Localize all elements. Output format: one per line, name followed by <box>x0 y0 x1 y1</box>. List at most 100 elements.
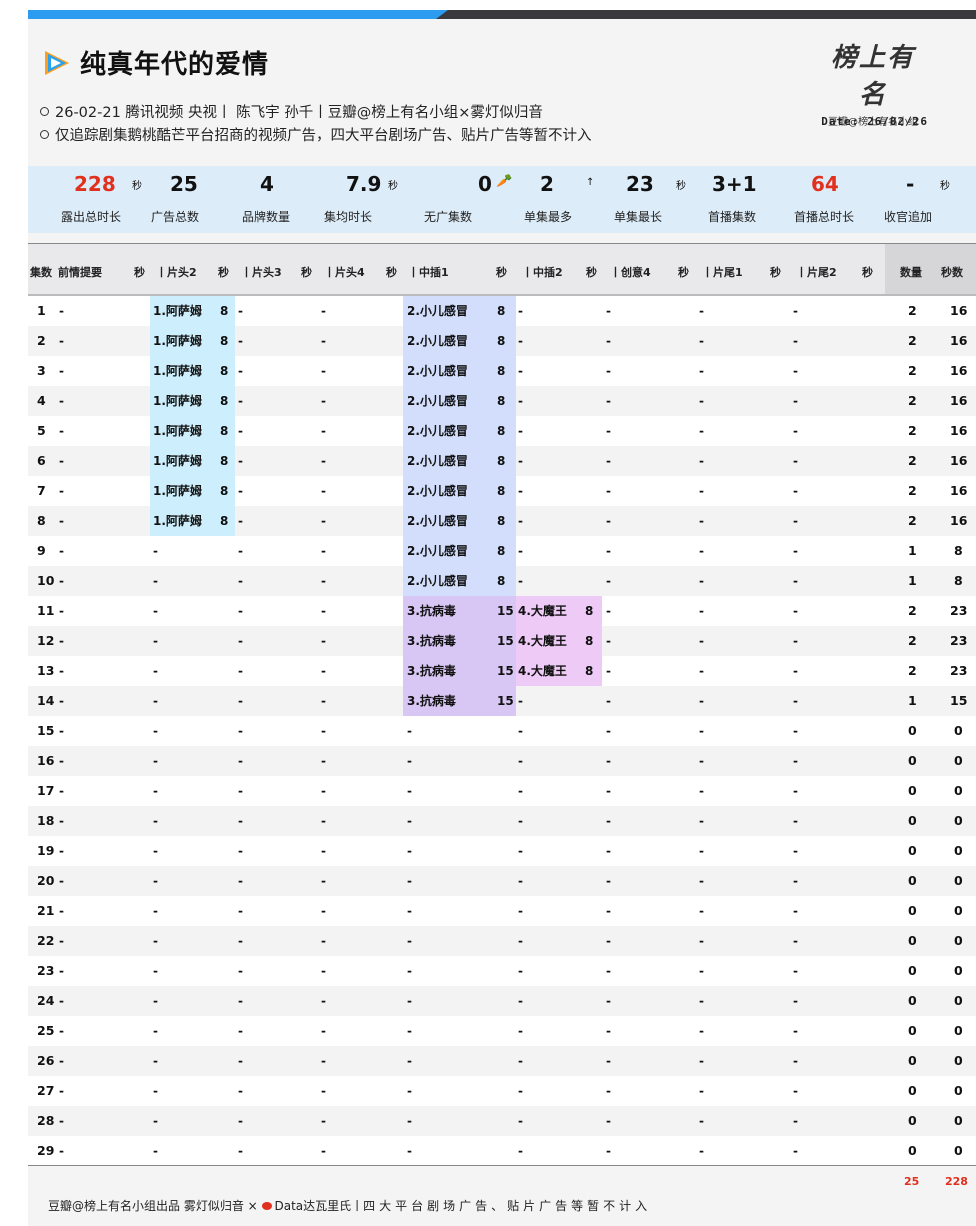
ad-seconds: 0 <box>954 993 963 1008</box>
summary-stats-bar: 228 秒露出总时长 25 广告总数 4 品牌数量 7.9 秒集均时长 0 🥕 无广集数 2 ↑ 单集最多… <box>28 166 976 233</box>
opening3-cell: - <box>238 1084 243 1098</box>
opening3-cell: - <box>238 904 243 918</box>
episode-number: 25 <box>37 1023 55 1038</box>
episode-number: 26 <box>37 1053 55 1068</box>
ad-count: 2 <box>908 483 917 498</box>
opening2-brand: - <box>153 694 158 708</box>
ending1-cell: - <box>699 424 704 438</box>
midroll1-seconds: 15 <box>497 634 514 648</box>
column-header: 丨片头4 <box>324 266 365 279</box>
midroll2-brand: 4.大魔王 <box>518 634 567 648</box>
opening4-cell: - <box>321 784 326 798</box>
opening4-cell: - <box>321 964 326 978</box>
ending1-cell: - <box>699 994 704 1008</box>
opening4-cell: - <box>321 724 326 738</box>
total-seconds: 228 <box>945 1175 968 1188</box>
midroll2-brand: - <box>518 754 523 768</box>
ending2-cell: - <box>793 754 798 768</box>
ad-seconds: 0 <box>954 1143 963 1158</box>
ad-count: 2 <box>908 453 917 468</box>
ad-seconds: 23 <box>950 663 968 678</box>
ending2-cell: - <box>793 1054 798 1068</box>
creative4-cell: - <box>606 1024 611 1038</box>
table-row: 24- - - - - - - - -0 0 <box>28 986 976 1016</box>
midroll1-brand: 2.小儿感冒 <box>407 544 468 558</box>
creative4-cell: - <box>606 484 611 498</box>
stat-value: 228 <box>74 172 116 196</box>
recap-cell: - <box>59 724 64 738</box>
stat-value: 23 <box>626 172 654 196</box>
creative4-cell: - <box>606 754 611 768</box>
opening4-cell: - <box>321 814 326 828</box>
stat-item: 3+1 首播集数 <box>704 166 794 233</box>
ending2-cell: - <box>793 694 798 708</box>
ending2-cell: - <box>793 874 798 888</box>
stat-label: 首播总时长 <box>794 210 855 224</box>
column-header: 丨片尾2 <box>796 266 837 279</box>
column-header: 秒 <box>496 266 507 279</box>
ad-count: 2 <box>908 393 917 408</box>
opening3-cell: - <box>238 754 243 768</box>
recap-cell: - <box>59 424 64 438</box>
ending1-cell: - <box>699 304 704 318</box>
opening2-brand: 1.阿萨姆 <box>153 514 202 528</box>
ending1-cell: - <box>699 784 704 798</box>
ending2-cell: - <box>793 844 798 858</box>
episode-number: 24 <box>37 993 55 1008</box>
ad-seconds: 16 <box>950 483 968 498</box>
recap-cell: - <box>59 994 64 1008</box>
midroll1-seconds: 8 <box>497 304 506 318</box>
ending1-cell: - <box>699 394 704 408</box>
ending1-cell: - <box>699 1114 704 1128</box>
midroll2-brand: - <box>518 1054 523 1068</box>
table-row: 29- - - - - - - - -0 0 <box>28 1136 976 1166</box>
table-row: 21- - - - - - - - -0 0 <box>28 896 976 926</box>
column-header: 丨中插2 <box>522 266 563 279</box>
midroll1-brand: 2.小儿感冒 <box>407 424 468 438</box>
opening2-brand: - <box>153 784 158 798</box>
opening4-cell: - <box>321 1024 326 1038</box>
opening2-brand: 1.阿萨姆 <box>153 364 202 378</box>
midroll2-brand: - <box>518 724 523 738</box>
episode-number: 9 <box>37 543 46 558</box>
opening2-brand: 1.阿萨姆 <box>153 394 202 408</box>
opening4-cell: - <box>321 334 326 348</box>
stat-item: 7.9 秒集均时长 <box>324 166 414 233</box>
episode-number: 19 <box>37 843 55 858</box>
opening3-cell: - <box>238 514 243 528</box>
opening2-brand: 1.阿萨姆 <box>153 484 202 498</box>
episode-number: 28 <box>37 1113 55 1128</box>
midroll1-brand: - <box>407 1144 412 1158</box>
midroll2-seconds: 8 <box>585 634 594 648</box>
table-row: 1-1.阿萨姆 8- -2.小儿感冒 8- - - -2 16 <box>28 296 976 326</box>
recap-cell: - <box>59 364 64 378</box>
ad-count: 2 <box>908 663 917 678</box>
episode-number: 10 <box>37 573 55 588</box>
stat-value: 64 <box>811 172 839 196</box>
ending1-cell: - <box>699 934 704 948</box>
ad-seconds: 16 <box>950 513 968 528</box>
episode-number: 5 <box>37 423 46 438</box>
opening2-brand: - <box>153 544 158 558</box>
column-header: 前情提要 <box>58 266 102 279</box>
column-header: 秒 <box>770 266 781 279</box>
opening3-cell: - <box>238 1144 243 1158</box>
stat-unit: 秒 <box>132 181 142 192</box>
recap-cell: - <box>59 544 64 558</box>
midroll1-brand: - <box>407 1054 412 1068</box>
table-row: 20- - - - - - - - -0 0 <box>28 866 976 896</box>
top-accent-bar <box>28 10 976 19</box>
recap-cell: - <box>59 964 64 978</box>
stat-label: 收官追加 <box>884 210 933 224</box>
ending1-cell: - <box>699 484 704 498</box>
table-row: 9- - - -2.小儿感冒 8- - - -1 8 <box>28 536 976 566</box>
ending2-cell: - <box>793 574 798 588</box>
opening4-cell: - <box>321 604 326 618</box>
ending2-cell: - <box>793 514 798 528</box>
ad-count: 0 <box>908 723 917 738</box>
ad-count: 1 <box>908 693 917 708</box>
midroll1-brand: - <box>407 784 412 798</box>
ad-count: 0 <box>908 1023 917 1038</box>
ending2-cell: - <box>793 814 798 828</box>
meta-line-2: 仅追踪剧集鹅桃酷芒平台招商的视频广告，四大平台剧场广告、贴片广告等暂不计入 <box>40 124 592 145</box>
